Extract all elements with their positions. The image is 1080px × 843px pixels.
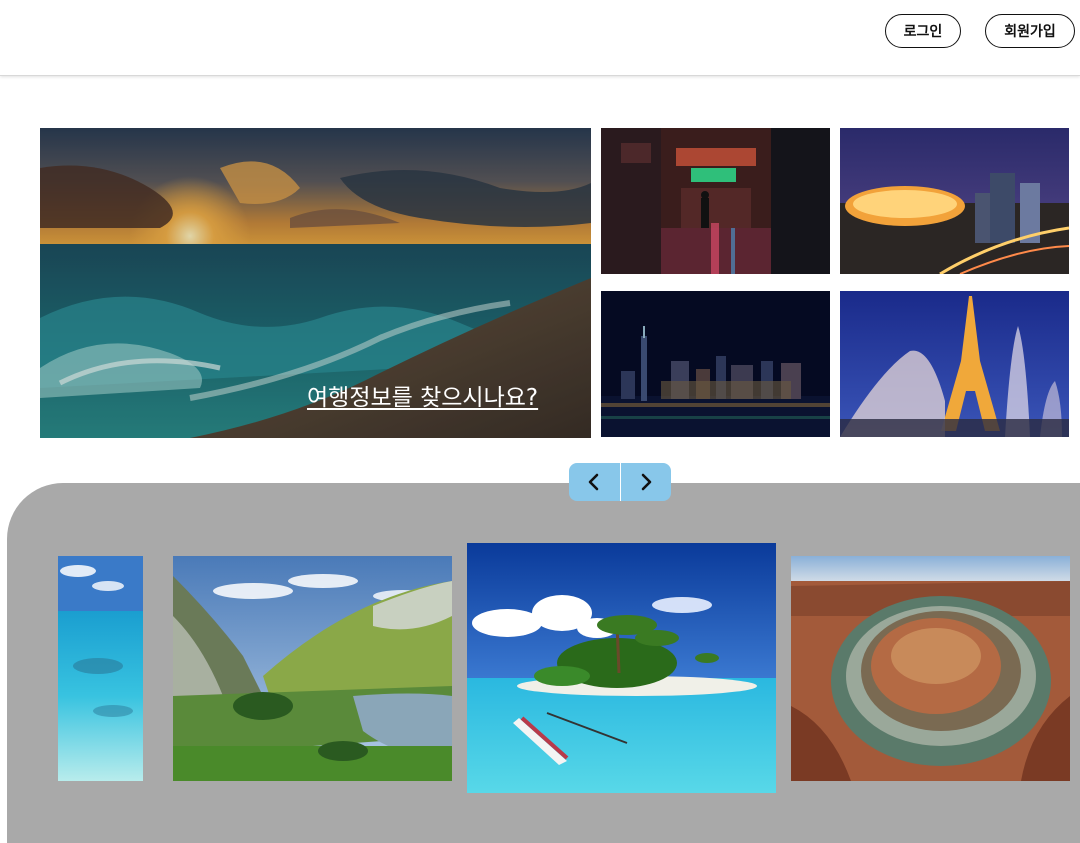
chevron-right-icon [641, 473, 652, 491]
eiffel-tower-fountain-image [840, 291, 1069, 437]
tropical-lagoon-image [58, 556, 143, 781]
city-street-night-image [601, 128, 830, 274]
carousel-next-button[interactable] [619, 463, 672, 501]
mountain-lake-image[interactable] [173, 556, 452, 781]
hero-caption-link[interactable]: 여행정보를 찾으시나요? [307, 378, 538, 412]
lagoon-image[interactable] [58, 556, 143, 781]
green-valley-lake-image [173, 556, 452, 781]
signup-button[interactable]: 회원가입 [985, 14, 1075, 48]
island-outrigger-boat-image [467, 543, 776, 793]
neon-street-image[interactable] [601, 128, 830, 274]
carousel-nav [569, 463, 671, 501]
horseshoe-bend-image [791, 556, 1070, 781]
skyline-night-image[interactable] [601, 291, 830, 437]
eiffel-tower-image[interactable] [840, 291, 1069, 437]
stadium-city-night-image [840, 128, 1069, 274]
carousel-prev-button[interactable] [569, 463, 620, 501]
login-button[interactable]: 로그인 [885, 14, 961, 48]
chevron-left-icon [588, 473, 599, 491]
canyon-image[interactable] [791, 556, 1070, 781]
tropical-island-image[interactable] [467, 543, 776, 793]
site-header: 로그인 회원가입 [0, 0, 1080, 76]
city-skyline-image [601, 291, 830, 437]
hero-beach-image[interactable]: 여행정보를 찾으시나요? [40, 128, 591, 438]
stadium-night-image[interactable] [840, 128, 1069, 274]
